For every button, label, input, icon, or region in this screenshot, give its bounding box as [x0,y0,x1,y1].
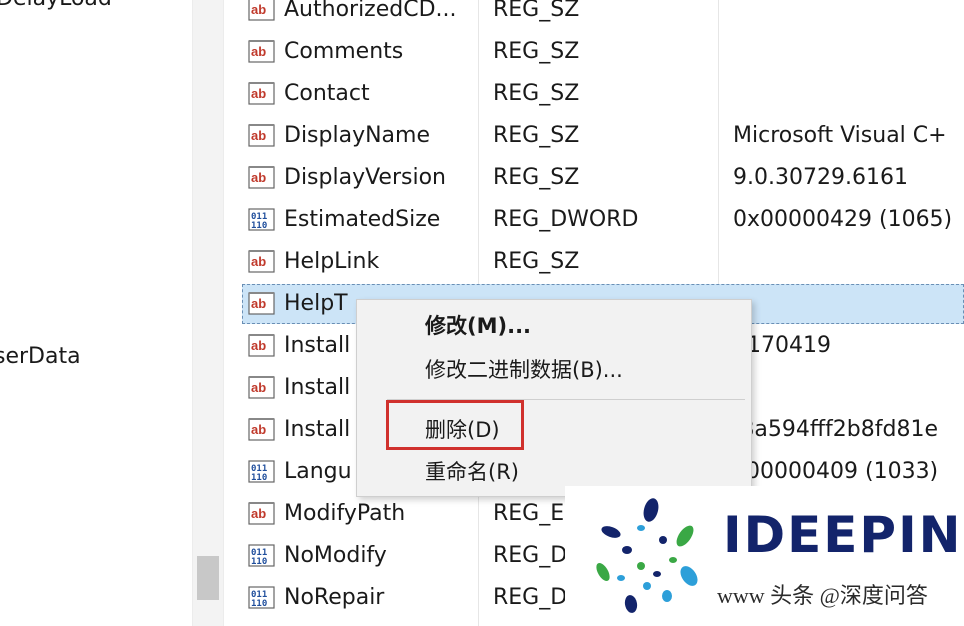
value-name: Install [284,333,351,358]
string-value-icon: ab [248,374,276,400]
table-row[interactable]: ab DisplayName REG_SZ Microsoft Visual C+ [242,116,964,156]
table-row[interactable]: ab HelpLink REG_SZ [242,242,964,282]
value-name: Langu [284,459,352,484]
tree-item-userdata[interactable]: serData [0,344,81,369]
string-value-icon: ab [248,290,276,316]
value-name: DisplayVersion [284,165,446,190]
delete-highlight-box [386,400,524,450]
value-name: HelpT [284,291,348,316]
string-value-icon: ab [248,80,276,106]
menu-item-modify-binary[interactable]: 修改二进制数据(B)... [357,350,751,390]
table-row[interactable]: ab DisplayVersion REG_SZ 9.0.30729.6161 [242,158,964,198]
svg-text:ab: ab [251,422,266,437]
value-name: Install [284,417,351,442]
svg-text:ab: ab [251,128,266,143]
watermark-credit: www 头条 @深度问答 [717,583,928,608]
string-value-icon: ab [248,248,276,274]
value-type: REG_SZ [493,81,580,106]
svg-text:ab: ab [251,254,266,269]
svg-text:ab: ab [251,506,266,521]
string-value-icon: ab [248,500,276,526]
value-type: REG_E [493,501,565,526]
value-type: REG_D [493,585,568,610]
table-row[interactable]: 011 110 EstimatedSize REG_DWORD 0x00000429 (… [242,200,964,240]
string-value-icon: ab [248,416,276,442]
value-type: REG_DWORD [493,207,639,232]
svg-text:ab: ab [251,2,266,17]
value-type: REG_SZ [493,165,580,190]
watermark-brand: IDEEPIN [723,506,963,564]
value-name: Install [284,375,351,400]
table-row[interactable]: ab AuthorizedCD... REG_SZ [242,0,964,30]
svg-text:110: 110 [251,557,267,567]
svg-text:ab: ab [251,296,266,311]
binary-value-icon: 011 110 [248,584,276,610]
value-type: REG_SZ [493,0,580,22]
string-value-icon: ab [248,164,276,190]
svg-text:110: 110 [251,473,267,483]
value-type: REG_SZ [493,249,580,274]
table-row[interactable]: ab Comments REG_SZ [242,32,964,72]
value-name: Contact [284,81,370,106]
value-data: 0x00000429 (1065) [733,207,953,232]
svg-text:110: 110 [251,221,267,231]
tree-scrollbar-thumb[interactable] [197,556,219,600]
svg-text:110: 110 [251,599,267,609]
string-value-icon: ab [248,332,276,358]
binary-value-icon: 011 110 [248,542,276,568]
binary-value-icon: 011 110 [248,206,276,232]
svg-text:ab: ab [251,380,266,395]
value-name: DisplayName [284,123,430,148]
value-name: ModifyPath [284,501,406,526]
binary-value-icon: 011 110 [248,458,276,484]
string-value-icon: ab [248,0,276,22]
value-name: AuthorizedCD... [284,0,457,22]
watermark: IDEEPIN www 头条 @深度问答 [565,486,964,626]
string-value-icon: ab [248,122,276,148]
menu-item-modify[interactable]: 修改(M)... [357,306,751,346]
value-name: HelpLink [284,249,380,274]
svg-text:ab: ab [251,86,266,101]
registry-tree-pane: DelayLoad serData [0,0,192,626]
tree-item-delayload[interactable]: DelayLoad [0,0,112,11]
svg-text:ab: ab [251,338,266,353]
svg-text:ab: ab [251,170,266,185]
value-data: Microsoft Visual C+ [733,123,947,148]
string-value-icon: ab [248,38,276,64]
value-name: Comments [284,39,404,64]
value-type: REG_SZ [493,123,580,148]
ideepin-logo-icon [596,498,698,613]
value-data: \8a594fff2b8fd81e [733,417,938,442]
tree-scrollbar[interactable] [192,0,224,626]
context-menu: 修改(M)... 修改二进制数据(B)... 删除(D) 重命名(R) [356,299,752,497]
value-type: REG_D [493,543,568,568]
svg-text:ab: ab [251,44,266,59]
value-name: EstimatedSize [284,207,441,232]
value-type: REG_SZ [493,39,580,64]
value-name: NoRepair [284,585,385,610]
value-name: NoModify [284,543,387,568]
table-row[interactable]: ab Contact REG_SZ [242,74,964,114]
value-data: 9.0.30729.6161 [733,165,908,190]
